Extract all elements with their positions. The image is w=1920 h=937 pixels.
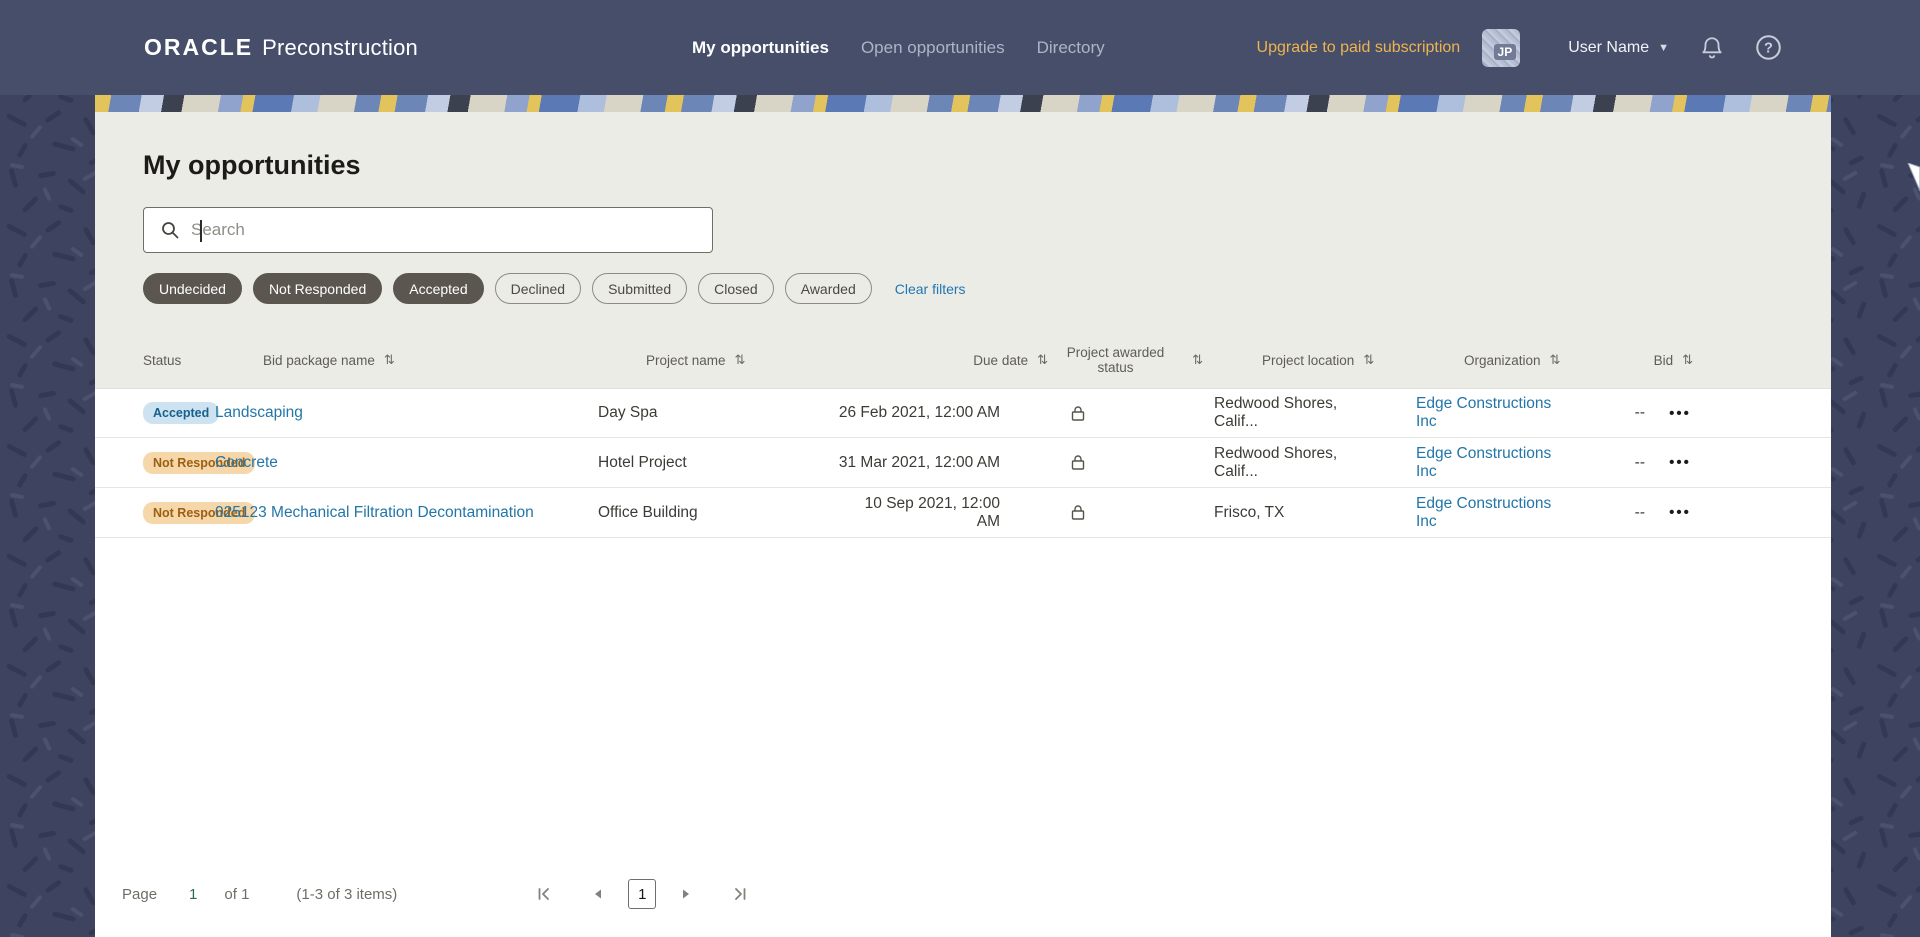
column-project-awarded-status[interactable]: Project awarded status ⇅ (1048, 345, 1203, 375)
first-page-icon (538, 888, 550, 900)
bid-package-link[interactable]: Concrete (215, 454, 278, 472)
decorative-banner (95, 95, 1831, 112)
filter-pill-row: Undecided Not Responded Accepted Decline… (143, 273, 1831, 304)
column-project-name[interactable]: Project name ⇅ (646, 353, 886, 368)
organization-link[interactable]: Edge Constructions Inc (1416, 395, 1555, 431)
nav-open-opportunities[interactable]: Open opportunities (861, 38, 1005, 58)
mouse-cursor (1907, 163, 1920, 192)
page-count-label: of 1 (224, 885, 250, 903)
search-input[interactable] (180, 208, 712, 252)
current-page-number: 1 (189, 885, 198, 903)
avatar-initials: JP (1493, 43, 1517, 60)
previous-page-button[interactable] (586, 882, 610, 906)
next-page-icon (683, 889, 690, 899)
pagination-bar: Page 1 of 1 (1-3 of 3 items) 1 (95, 873, 1831, 915)
table-header: Status Bid package name ⇅ Project name ⇅ D… (143, 304, 1831, 388)
filter-pill-accepted[interactable]: Accepted (393, 273, 484, 304)
product-name: Preconstruction (262, 34, 418, 60)
sort-icon[interactable]: ⇅ (1363, 353, 1374, 368)
filter-pill-submitted[interactable]: Submitted (592, 273, 688, 304)
filter-pill-not-responded[interactable]: Not Responded (252, 273, 383, 304)
sort-icon[interactable]: ⇅ (1682, 353, 1693, 368)
row-actions-menu[interactable]: ••• (1669, 405, 1691, 422)
svg-text:?: ? (1764, 41, 1773, 57)
sort-icon[interactable]: ⇅ (1037, 353, 1048, 368)
bid-cell: -- (1634, 503, 1645, 521)
next-page-button[interactable] (674, 882, 698, 906)
location-cell: Frisco, TX (1214, 503, 1285, 521)
search-icon (162, 222, 179, 239)
help-icon: ? (1756, 35, 1781, 60)
bell-icon (1702, 36, 1722, 58)
project-name-cell: Hotel Project (598, 453, 687, 471)
nav-directory[interactable]: Directory (1037, 38, 1105, 58)
page-label: Page (122, 885, 158, 903)
filter-pill-closed[interactable]: Closed (698, 273, 774, 304)
bid-cell: -- (1634, 453, 1645, 471)
lock-icon (1071, 455, 1084, 470)
filter-pill-undecided[interactable]: Undecided (143, 273, 242, 304)
upgrade-subscription-link[interactable]: Upgrade to paid subscription (1257, 39, 1461, 57)
chevron-down-icon: ▼ (1658, 41, 1669, 54)
first-page-button[interactable] (532, 882, 556, 906)
column-project-location[interactable]: Project location ⇅ (1203, 353, 1403, 368)
last-page-icon (735, 888, 746, 900)
user-avatar[interactable]: JP (1482, 28, 1521, 67)
sort-icon[interactable]: ⇅ (384, 353, 395, 368)
filter-pill-declined[interactable]: Declined (494, 273, 582, 304)
sort-icon[interactable]: ⇅ (1550, 353, 1561, 368)
user-name-label: User Name (1568, 38, 1650, 56)
filter-pill-awarded[interactable]: Awarded (784, 273, 872, 304)
app-header: ORACLE Preconstruction My opportunities … (0, 0, 1920, 95)
previous-page-icon (595, 889, 602, 899)
table-row[interactable]: Not Responded Concrete Hotel Project 31 … (95, 438, 1831, 488)
search-box (143, 207, 713, 253)
appbar-right: Upgrade to paid subscription JP User Nam… (1257, 0, 1920, 95)
primary-nav: My opportunities Open opportunities Dire… (692, 0, 1105, 95)
row-actions-menu[interactable]: ••• (1669, 454, 1691, 471)
bid-package-link[interactable]: 025123 Mechanical Filtration Decontamina… (215, 504, 534, 522)
user-menu[interactable]: User Name ▼ (1568, 39, 1669, 57)
due-date-cell: 26 Feb 2021, 12:00 AM (838, 404, 1000, 421)
column-organization[interactable]: Organization ⇅ (1403, 353, 1603, 368)
due-date-cell: 10 Sep 2021, 12:00 AM (864, 494, 1000, 530)
location-cell: Redwood Shores, Calif... (1214, 395, 1338, 430)
column-bid[interactable]: Bid ⇅ (1603, 353, 1693, 368)
due-date-cell: 31 Mar 2021, 12:00 AM (838, 453, 1000, 471)
table-row[interactable]: Accepted Landscaping Day Spa 26 Feb 2021… (95, 388, 1831, 438)
location-cell: Redwood Shores, Calif... (1214, 444, 1338, 480)
sort-icon[interactable]: ⇅ (1192, 353, 1203, 368)
project-name-cell: Day Spa (598, 404, 658, 421)
status-badge: Accepted (143, 402, 220, 424)
bid-cell: -- (1634, 404, 1645, 421)
organization-link[interactable]: Edge Constructions Inc (1416, 445, 1555, 481)
table-body: Accepted Landscaping Day Spa 26 Feb 2021… (95, 388, 1831, 937)
organization-link[interactable]: Edge Constructions Inc (1416, 495, 1555, 531)
clear-filters-link[interactable]: Clear filters (895, 281, 966, 297)
row-actions-menu[interactable]: ••• (1669, 504, 1691, 521)
table-row[interactable]: Not Responded 025123 Mechanical Filtrati… (95, 488, 1831, 538)
column-bid-package-name[interactable]: Bid package name ⇅ (263, 353, 646, 368)
lock-icon (1071, 505, 1084, 520)
notifications-button[interactable] (1699, 35, 1725, 61)
page-title: My opportunities (143, 150, 361, 180)
last-page-button[interactable] (728, 882, 752, 906)
oracle-wordmark: ORACLE (144, 34, 254, 60)
items-summary: (1-3 of 3 items) (296, 885, 398, 903)
nav-my-opportunities[interactable]: My opportunities (692, 38, 829, 58)
lock-icon (1071, 405, 1084, 421)
text-cursor (200, 220, 202, 242)
page-header-section: My opportunities Undecided Not Responded… (95, 112, 1831, 388)
column-status: Status (143, 352, 182, 368)
column-due-date[interactable]: Due date ⇅ (886, 353, 1048, 368)
sort-icon[interactable]: ⇅ (735, 353, 746, 368)
page-number-button[interactable]: 1 (628, 879, 657, 909)
app-logo[interactable]: ORACLE Preconstruction (144, 0, 418, 95)
project-name-cell: Office Building (598, 503, 698, 521)
content-card: My opportunities Undecided Not Responded… (95, 95, 1831, 937)
help-button[interactable]: ? (1755, 34, 1782, 61)
bid-package-link[interactable]: Landscaping (215, 404, 303, 422)
